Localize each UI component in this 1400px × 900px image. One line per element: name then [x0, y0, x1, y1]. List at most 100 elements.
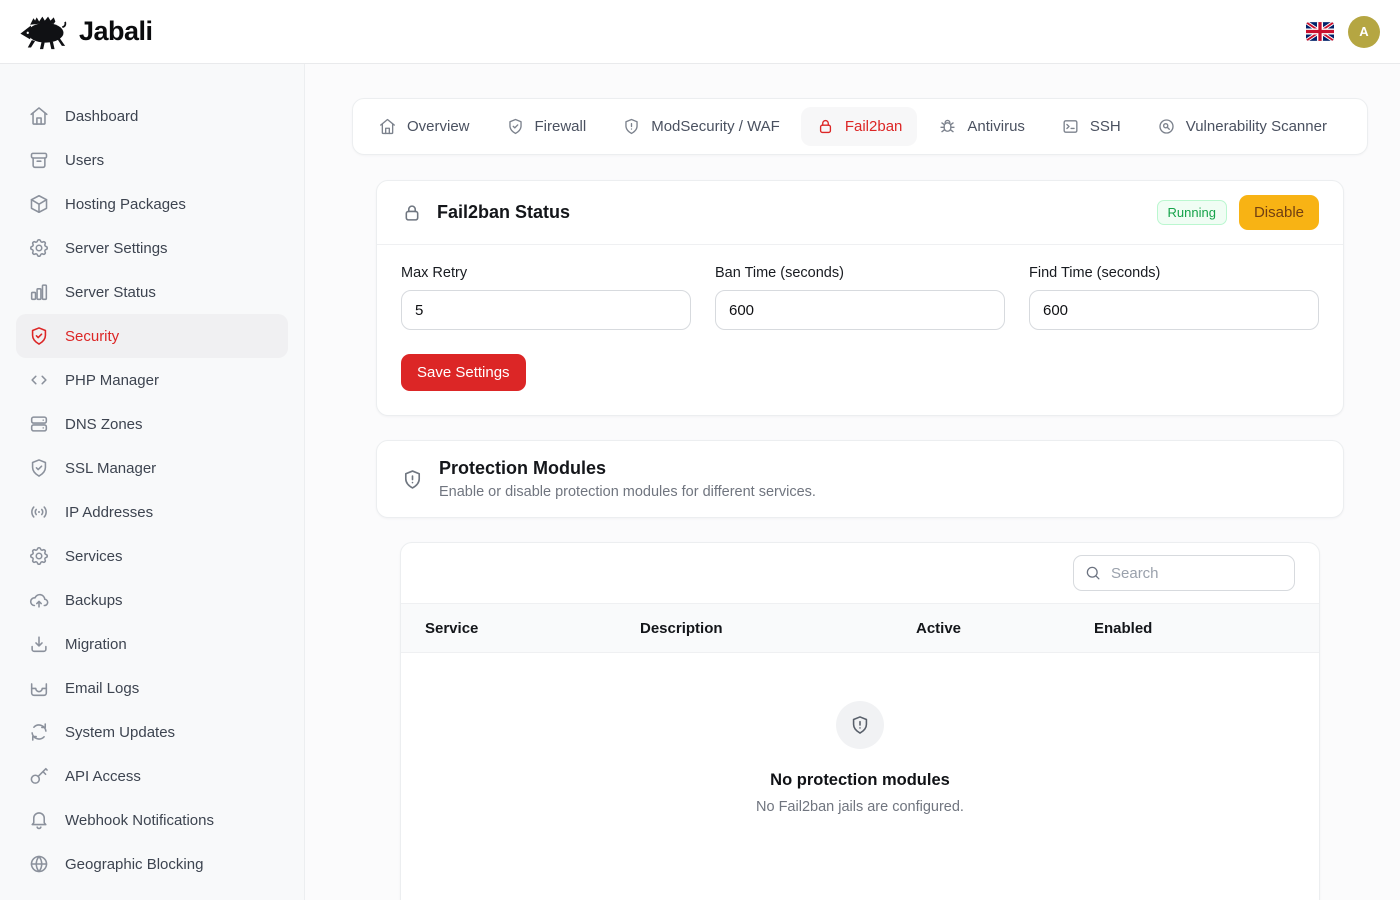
tab-label: Firewall [535, 118, 587, 135]
sidebar-item-label: Hosting Packages [65, 196, 186, 213]
shield-check-icon [28, 457, 50, 479]
user-avatar[interactable]: A [1348, 16, 1380, 48]
sidebar-item-backups[interactable]: Backups [16, 578, 288, 622]
tab-antivirus[interactable]: Antivirus [923, 107, 1040, 146]
protection-modules-card: Protection Modules Enable or disable pro… [376, 440, 1344, 518]
scan-icon [1157, 117, 1176, 136]
max-retry-input[interactable] [401, 290, 691, 330]
sidebar-item-webhook-notifications[interactable]: Webhook Notifications [16, 798, 288, 842]
sidebar-item-label: Webhook Notifications [65, 812, 214, 829]
search-box [1073, 555, 1295, 591]
tab-overview[interactable]: Overview [363, 107, 485, 146]
shield-check-icon [506, 117, 525, 136]
gear-icon [28, 237, 50, 259]
find-time-input[interactable] [1029, 290, 1319, 330]
tab-ssh[interactable]: SSH [1046, 107, 1136, 146]
sidebar-item-email-logs[interactable]: Email Logs [16, 666, 288, 710]
bug-icon [938, 117, 957, 136]
shield-alert-icon [622, 117, 641, 136]
search-input[interactable] [1073, 555, 1295, 591]
tab-fail2ban[interactable]: Fail2ban [801, 107, 918, 146]
tab-label: Overview [407, 118, 470, 135]
sidebar-item-label: Email Logs [65, 680, 139, 697]
inbox-icon [28, 677, 50, 699]
broadcast-icon [28, 501, 50, 523]
tab-firewall[interactable]: Firewall [491, 107, 602, 146]
disable-button[interactable]: Disable [1239, 195, 1319, 230]
shield-alert-icon [401, 468, 424, 491]
sidebar-item-label: Geographic Blocking [65, 856, 203, 873]
sidebar-item-label: API Access [65, 768, 141, 785]
sidebar-item-label: SSL Manager [65, 460, 156, 477]
sidebar-item-hosting-packages[interactable]: Hosting Packages [16, 182, 288, 226]
security-tabs: Overview Firewall ModSecurity / WAF Fail… [352, 98, 1368, 155]
empty-state: No protection modules No Fail2ban jails … [401, 653, 1319, 900]
top-bar: Jabali A [0, 0, 1400, 64]
shield-alert-icon [836, 701, 884, 749]
sidebar-item-label: Security [65, 328, 119, 345]
sidebar-item-label: Services [65, 548, 123, 565]
lock-icon [816, 117, 835, 136]
sidebar-item-users[interactable]: Users [16, 138, 288, 182]
globe-icon [28, 853, 50, 875]
sidebar-item-services[interactable]: Services [16, 534, 288, 578]
column-header-description: Description [640, 620, 916, 637]
card-title: Fail2ban Status [437, 202, 570, 223]
sidebar-item-ssl-manager[interactable]: SSL Manager [16, 446, 288, 490]
key-icon [28, 765, 50, 787]
sidebar-item-php-manager[interactable]: PHP Manager [16, 358, 288, 402]
sidebar-item-security[interactable]: Security [16, 314, 288, 358]
tab-modsecurity-waf[interactable]: ModSecurity / WAF [607, 107, 795, 146]
sidebar-item-label: IP Addresses [65, 504, 153, 521]
code-icon [28, 369, 50, 391]
sidebar-item-server-status[interactable]: Server Status [16, 270, 288, 314]
table-header-row: Service Description Active Enabled [401, 603, 1319, 653]
sidebar-item-label: System Updates [65, 724, 175, 741]
sidebar-item-geographic-blocking[interactable]: Geographic Blocking [16, 842, 288, 886]
empty-state-subtitle: No Fail2ban jails are configured. [401, 799, 1319, 815]
download-icon [28, 633, 50, 655]
main-content: Security Center Overview Firewall ModSec… [305, 0, 1400, 900]
home-icon [28, 105, 50, 127]
modules-subtitle: Enable or disable protection modules for… [439, 484, 816, 500]
bar-chart-icon [28, 281, 50, 303]
modules-table-card: Service Description Active Enabled No pr… [400, 542, 1320, 900]
tab-label: Antivirus [967, 118, 1025, 135]
sidebar-item-ip-addresses[interactable]: IP Addresses [16, 490, 288, 534]
modules-title: Protection Modules [439, 458, 816, 479]
brand-name: Jabali [79, 16, 153, 47]
max-retry-field-group: Max Retry [401, 265, 691, 330]
sidebar-item-migration[interactable]: Migration [16, 622, 288, 666]
ban-time-field-group: Ban Time (seconds) [715, 265, 1005, 330]
uk-flag-icon[interactable] [1306, 22, 1334, 41]
ban-time-input[interactable] [715, 290, 1005, 330]
sidebar: Dashboard Users Hosting Packages Server … [0, 64, 305, 900]
sidebar-item-api-access[interactable]: API Access [16, 754, 288, 798]
shield-check-icon [28, 325, 50, 347]
sidebar-item-system-updates[interactable]: System Updates [16, 710, 288, 754]
sidebar-item-label: Server Status [65, 284, 156, 301]
sidebar-item-dashboard[interactable]: Dashboard [16, 94, 288, 138]
sidebar-item-label: Backups [65, 592, 123, 609]
sidebar-item-label: DNS Zones [65, 416, 143, 433]
brand-logo[interactable]: Jabali [18, 14, 153, 50]
status-badge: Running [1157, 200, 1227, 225]
save-settings-button[interactable]: Save Settings [401, 354, 526, 391]
terminal-icon [1061, 117, 1080, 136]
tab-label: Fail2ban [845, 118, 903, 135]
search-icon [1084, 564, 1102, 582]
refresh-icon [28, 721, 50, 743]
find-time-label: Find Time (seconds) [1029, 265, 1319, 281]
server-stack-icon [28, 413, 50, 435]
cloud-upload-icon [28, 589, 50, 611]
lock-icon [401, 202, 423, 224]
empty-state-title: No protection modules [401, 771, 1319, 790]
home-icon [378, 117, 397, 136]
sidebar-item-dns-zones[interactable]: DNS Zones [16, 402, 288, 446]
tab-label: Vulnerability Scanner [1186, 118, 1327, 135]
sidebar-item-server-settings[interactable]: Server Settings [16, 226, 288, 270]
column-header-active: Active [916, 620, 1094, 637]
sidebar-item-label: Users [65, 152, 104, 169]
tab-vulnerability-scanner[interactable]: Vulnerability Scanner [1142, 107, 1342, 146]
archive-icon [28, 149, 50, 171]
